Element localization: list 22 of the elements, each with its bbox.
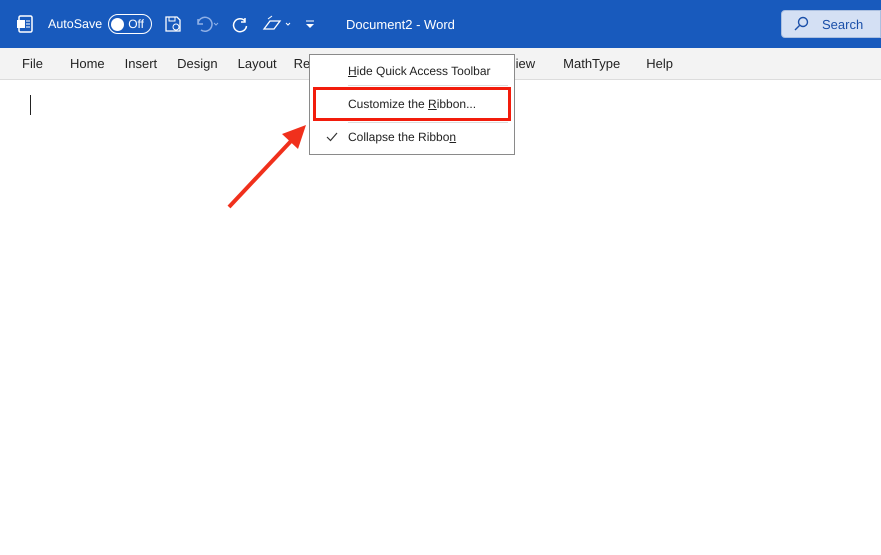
ribbon-tab[interactable]: Layout [238,56,277,71]
word-app-icon [16,15,34,33]
autosave-label: AutoSave [48,17,102,31]
save-icon[interactable] [164,15,182,33]
ribbon-tab[interactable]: Re [294,56,310,71]
text-cursor [30,95,31,115]
menu-item[interactable]: Hide Quick Access Toolbar [313,58,511,84]
search-field[interactable]: Search [781,10,881,38]
ribbon-tab[interactable]: MathType [563,56,620,71]
ribbon-tab[interactable]: iew [516,56,536,71]
ribbon-tab[interactable]: File [22,56,43,71]
menu-item[interactable]: Collapse the Ribbon [313,124,511,150]
ribbon-tab[interactable]: Insert [124,56,158,71]
ribbon-tab[interactable]: Design [177,56,218,71]
search-icon [793,16,809,32]
customize-toolbar-icon[interactable] [304,18,316,30]
ribbon-tab[interactable]: Help [646,56,673,71]
window-title: Document2 - Word [346,16,455,32]
autosave-toggle[interactable]: Off [108,14,152,34]
checkmark-icon [326,132,338,142]
ribbon-tab[interactable]: Home [70,56,105,71]
menu-item[interactable]: Customize the Ribbon... [313,87,511,121]
